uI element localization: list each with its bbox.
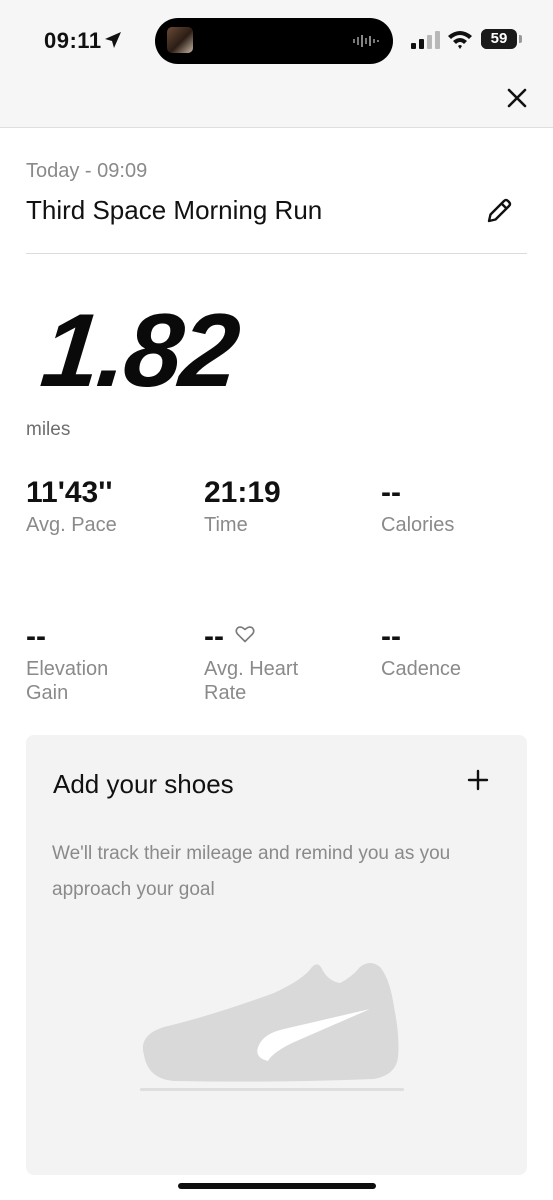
distance-value: 1.82	[36, 293, 243, 409]
cellular-signal-icon	[411, 31, 440, 49]
time-label: Time	[204, 514, 248, 536]
activity-title: Third Space Morning Run	[26, 195, 323, 225]
pencil-icon[interactable]	[483, 195, 515, 227]
status-time: 09:11	[44, 28, 102, 53]
add-shoes-title: Add your shoes	[53, 769, 234, 799]
calories-value: --	[381, 476, 401, 509]
heart-icon	[235, 626, 255, 643]
location-arrow-icon	[105, 32, 121, 48]
avg-pace-value: 11'43''	[26, 476, 113, 509]
elevation-gain-label: Elevation Gain	[26, 658, 109, 704]
top-bar: 09:11 59	[0, 0, 553, 128]
time-value: 21:19	[204, 476, 281, 509]
distance-unit: miles	[26, 419, 71, 440]
dynamic-island[interactable]	[155, 18, 393, 64]
home-indicator[interactable]	[178, 1183, 376, 1189]
battery-icon: 59	[481, 29, 517, 49]
add-shoes-card[interactable]: Add your shoes We'll track their mileage…	[26, 735, 527, 1175]
add-shoes-description: We'll track their mileage and remind you…	[52, 843, 451, 900]
battery-tip	[519, 35, 522, 43]
close-icon[interactable]	[503, 84, 531, 112]
calories-label: Calories	[381, 514, 455, 536]
audio-waveform-icon	[353, 35, 379, 47]
wifi-icon	[448, 31, 472, 49]
title-divider	[26, 253, 527, 254]
cadence-label: Cadence	[381, 658, 462, 680]
avg-heart-rate-value: --	[204, 620, 224, 653]
plus-icon[interactable]	[463, 765, 493, 795]
cadence-value: --	[381, 620, 401, 653]
avg-pace-label: Avg. Pace	[26, 514, 117, 536]
battery-percent: 59	[490, 30, 508, 47]
avg-heart-rate-label: Avg. Heart Rate	[204, 658, 299, 704]
shoe-icon	[140, 963, 404, 1091]
now-playing-artwork	[167, 27, 193, 53]
elevation-gain-value: --	[26, 620, 46, 653]
activity-date: Today - 09:09	[26, 160, 148, 182]
